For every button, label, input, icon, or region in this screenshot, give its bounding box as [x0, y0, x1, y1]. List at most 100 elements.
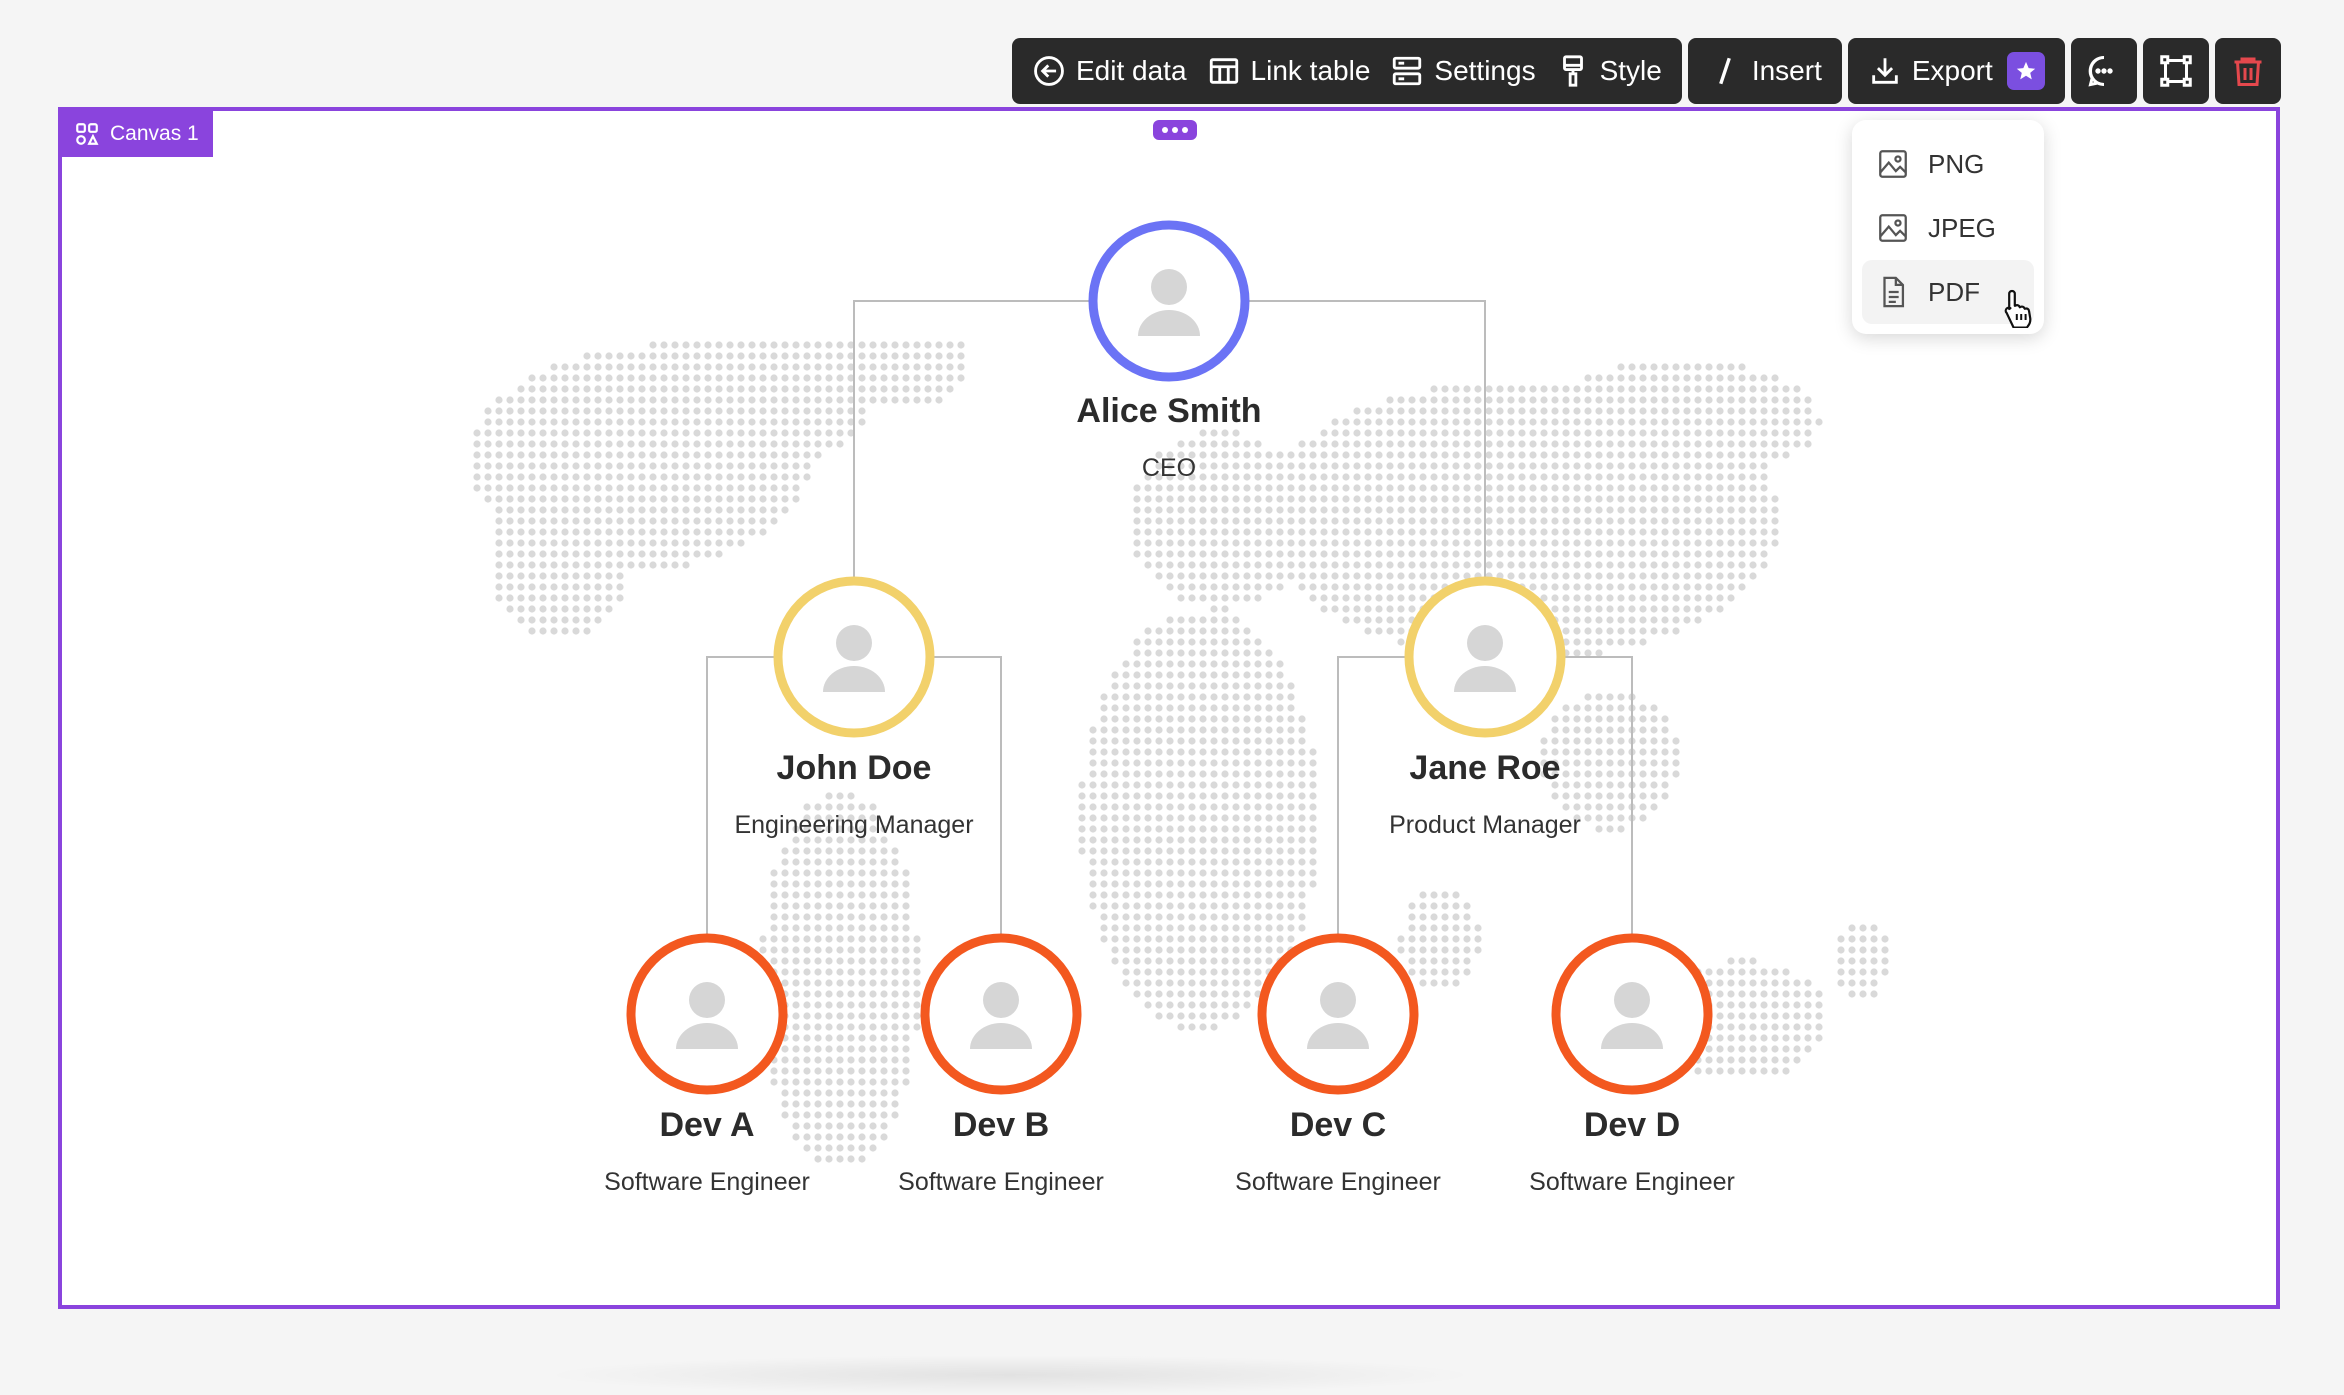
map-dot — [1837, 935, 1845, 943]
export-button[interactable]: Export — [1858, 38, 2055, 104]
map-dot — [660, 418, 668, 426]
map-dot — [880, 968, 888, 976]
map-dot — [1562, 715, 1570, 723]
map-dot — [1606, 638, 1614, 646]
map-dot — [693, 440, 701, 448]
map-dot — [1331, 495, 1339, 503]
map-dot — [1650, 704, 1658, 712]
map-dot — [682, 363, 690, 371]
node-name: Dev D — [1583, 1106, 1681, 1144]
map-dot — [1661, 627, 1669, 635]
map-dot — [1111, 748, 1119, 756]
map-dot — [1529, 462, 1537, 470]
map-dot — [1650, 594, 1658, 602]
map-dot — [1727, 396, 1735, 404]
map-dot — [1089, 748, 1097, 756]
map-dot — [528, 440, 536, 448]
map-dot — [913, 363, 921, 371]
map-dot — [1771, 385, 1779, 393]
map-dot — [759, 451, 767, 459]
map-dot — [902, 1012, 910, 1020]
map-dot — [913, 946, 921, 954]
map-dot — [1199, 715, 1207, 723]
map-dot — [572, 385, 580, 393]
map-dot — [1441, 517, 1449, 525]
map-dot — [561, 385, 569, 393]
settings-button[interactable]: Settings — [1380, 38, 1545, 104]
map-dot — [1716, 561, 1724, 569]
map-dot — [781, 363, 789, 371]
map-dot — [1265, 484, 1273, 492]
map-dot — [1276, 924, 1284, 932]
map-dot — [1606, 396, 1614, 404]
map-dot — [550, 583, 558, 591]
map-dot — [1397, 462, 1405, 470]
map-dot — [1562, 517, 1570, 525]
map-dot — [715, 473, 723, 481]
map-dot — [671, 352, 679, 360]
map-dot — [1749, 484, 1757, 492]
map-dot — [1672, 374, 1680, 382]
export-png-option[interactable]: PNG — [1862, 132, 2034, 196]
edit-data-button[interactable]: Edit data — [1022, 38, 1197, 104]
map-dot — [1606, 704, 1614, 712]
export-jpeg-option[interactable]: JPEG — [1862, 196, 2034, 260]
map-dot — [1430, 385, 1438, 393]
map-dot — [1144, 913, 1152, 921]
map-dot — [1276, 814, 1284, 822]
map-dot — [1562, 528, 1570, 536]
map-dot — [869, 979, 877, 987]
map-dot — [1243, 561, 1251, 569]
map-dot — [1309, 506, 1317, 514]
map-dot — [627, 429, 635, 437]
map-dot — [1199, 440, 1207, 448]
map-dot — [1375, 561, 1383, 569]
map-dot — [770, 880, 778, 888]
delete-button[interactable] — [2214, 38, 2281, 104]
map-dot — [1430, 429, 1438, 437]
map-dot — [1122, 869, 1130, 877]
map-dot — [891, 946, 899, 954]
map-dot — [1727, 374, 1735, 382]
map-dot — [1309, 880, 1317, 888]
map-dot — [1441, 495, 1449, 503]
map-dot — [682, 528, 690, 536]
map-dot — [1276, 704, 1284, 712]
map-dot — [1188, 891, 1196, 899]
comment-button[interactable] — [2070, 38, 2137, 104]
map-dot — [594, 429, 602, 437]
map-dot — [1694, 594, 1702, 602]
map-dot — [1496, 561, 1504, 569]
map-dot — [1584, 418, 1592, 426]
map-dot — [1661, 726, 1669, 734]
map-dot — [1672, 484, 1680, 492]
map-dot — [1716, 374, 1724, 382]
map-dot — [1782, 990, 1790, 998]
map-dot — [1749, 979, 1757, 987]
map-dot — [1507, 396, 1515, 404]
insert-button[interactable]: Insert — [1698, 38, 1832, 104]
map-dot — [1672, 605, 1680, 613]
link-table-button[interactable]: Link table — [1197, 38, 1381, 104]
resize-button[interactable] — [2142, 38, 2209, 104]
map-dot — [1265, 957, 1273, 965]
map-dot — [660, 374, 668, 382]
map-dot — [1573, 715, 1581, 723]
map-dot — [517, 605, 525, 613]
map-dot — [704, 374, 712, 382]
map-dot — [1397, 561, 1405, 569]
map-dot — [814, 1089, 822, 1097]
style-button[interactable]: Style — [1546, 38, 1672, 104]
map-dot — [539, 451, 547, 459]
map-dot — [539, 539, 547, 547]
map-dot — [1606, 627, 1614, 635]
map-dot — [605, 429, 613, 437]
map-dot — [1243, 572, 1251, 580]
map-dot — [1221, 1001, 1229, 1009]
map-dot — [1452, 495, 1460, 503]
map-dot — [627, 451, 635, 459]
map-dot — [770, 484, 778, 492]
map-dot — [1705, 528, 1713, 536]
map-dot — [1221, 968, 1229, 976]
map-dot — [1188, 770, 1196, 778]
